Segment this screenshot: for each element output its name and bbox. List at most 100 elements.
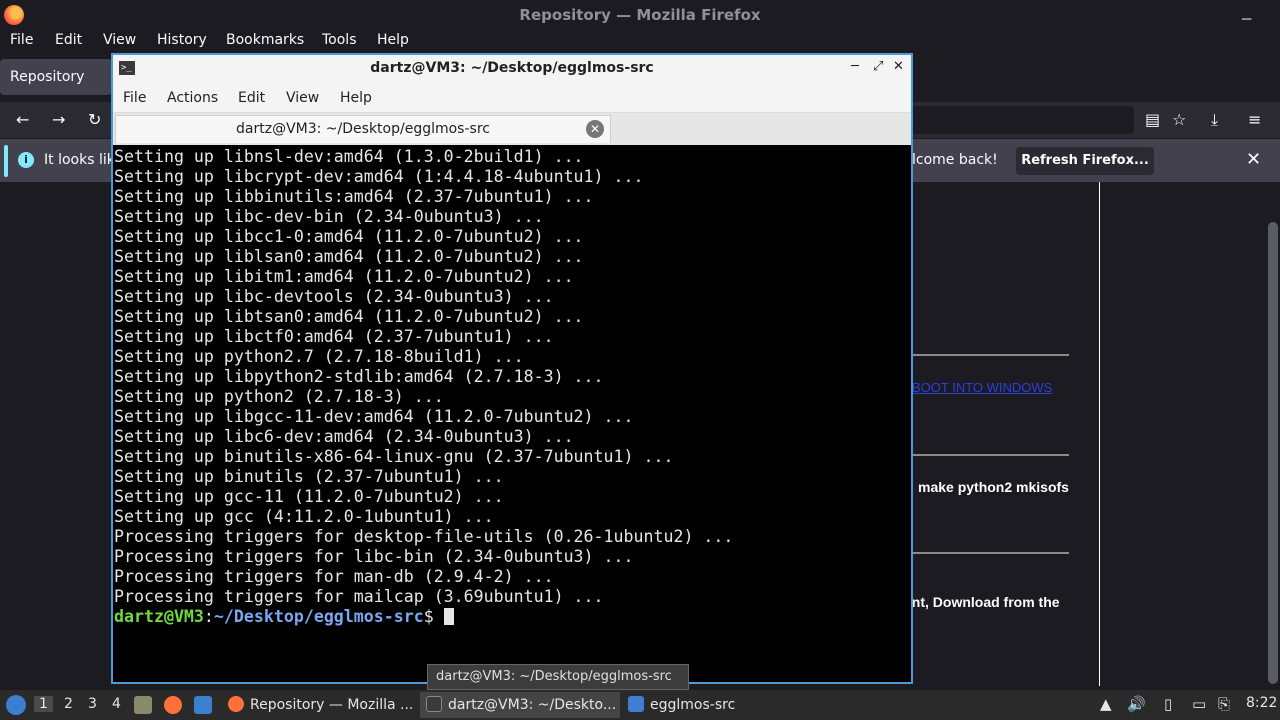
taskbar-tooltip: dartz@VM3: ~/Desktop/egglmos-src [427,664,689,690]
page-scrollbar[interactable] [1268,222,1278,684]
menu-file[interactable]: File [10,32,33,48]
close-tab-icon[interactable]: ✕ [586,120,604,138]
output-line: Setting up libc-dev-bin (2.34-0ubuntu3) … [114,207,544,226]
term-menu-edit[interactable]: Edit [238,90,265,106]
output-line: Setting up libitm1:amd64 (11.2.0-7ubuntu… [114,267,574,286]
output-line: Setting up gcc (4:11.2.0-1ubuntu1) ... [114,507,494,526]
output-line: Setting up libc6-dev:amd64 (2.34-0ubuntu… [114,427,574,446]
file-manager-launcher-icon[interactable] [134,696,152,714]
output-line: Setting up libctf0:amd64 (2.37-7ubuntu1)… [114,327,554,346]
terminal-tab-label: dartz@VM3: ~/Desktop/egglmos-src [236,121,490,137]
workspace-4[interactable]: 4 [112,696,121,712]
prompt-path: ~/Desktop/egglmos-src [213,607,424,626]
output-line: Setting up libpython2-stdlib:amd64 (2.7.… [114,367,604,386]
output-line: Setting up binutils-x86-64-linux-gnu (2.… [114,447,674,466]
menu-bookmarks[interactable]: Bookmarks [226,32,304,48]
task-folder[interactable]: egglmos-src [622,692,752,718]
output-line: Processing triggers for man-db (2.9.4-2)… [114,567,554,586]
task-firefox[interactable]: Repository — Mozilla ... [222,692,418,718]
close-icon[interactable]: ✕ [893,59,904,74]
terminal-output[interactable]: Setting up libnsl-dev:amd64 (1.3.0-2buil… [113,145,911,682]
forward-icon[interactable]: → [52,110,65,129]
workspace-3[interactable]: 3 [88,696,97,712]
close-icon[interactable]: ✕ [1246,149,1261,170]
output-line: Processing triggers for desktop-file-uti… [114,527,734,546]
prompt-user: dartz@VM3 [114,607,204,626]
menu-history[interactable]: History [157,32,207,48]
terminal-menubar: File Actions Edit View Help [113,83,911,113]
firefox-icon [228,696,244,712]
volume-icon[interactable]: 🔊 [1127,695,1146,713]
divider [912,454,1069,456]
refresh-firefox-button[interactable]: Refresh Firefox... [1016,147,1154,175]
url-bar[interactable] [912,106,1134,134]
output-lines: Setting up libnsl-dev:amd64 (1.3.0-2buil… [114,147,911,607]
output-line: Setting up libtsan0:amd64 (11.2.0-7ubunt… [114,307,584,326]
text-cursor [443,608,454,625]
output-line: Setting up libcc1-0:amd64 (11.2.0-7ubunt… [114,227,584,246]
menu-edit[interactable]: Edit [55,32,82,48]
clipboard-icon[interactable]: ▯ [1164,695,1172,713]
reload-icon[interactable]: ↻ [88,110,101,129]
task-folder-label: egglmos-src [650,697,736,713]
start-menu-icon[interactable] [6,695,26,715]
firefox-titlebar: Repository — Mozilla Firefox ▁ [0,0,1280,30]
notice-message-start: It looks lik [44,152,115,168]
display-icon[interactable]: ▭ [1192,695,1206,713]
workspace-1[interactable]: 1 [34,696,53,712]
notice-message-end: lcome back! [912,152,998,168]
minimize-icon[interactable]: ▁ [1242,6,1251,20]
task-terminal-label: dartz@VM3: ~/Deskto... [448,697,617,713]
notice-accent [4,145,8,177]
boot-into-windows-link[interactable]: BOOT INTO WINDOWS [912,380,1052,395]
bookmark-star-icon[interactable]: ☆ [1172,110,1186,129]
back-icon[interactable]: ← [16,110,29,129]
page-text-download: ent, Download from the [904,594,1060,610]
terminal-tabbar: dartz@VM3: ~/Desktop/egglmos-src ✕ [113,113,911,145]
output-line: Setting up gcc-11 (11.2.0-7ubuntu2) ... [114,487,504,506]
network-icon[interactable]: ⎘ [1218,695,1230,713]
menu-view[interactable]: View [103,32,136,48]
folder-icon [628,696,644,712]
prompt-line[interactable]: dartz@VM3:~/Desktop/egglmos-src$ [114,607,911,627]
term-menu-actions[interactable]: Actions [167,90,218,106]
desktop-launcher-icon[interactable] [194,696,212,714]
downloads-icon[interactable]: ⤓ [1211,110,1218,130]
tab-repository[interactable]: Repository [0,59,112,95]
output-line: Setting up libcrypt-dev:amd64 (1:4.4.18-… [114,167,644,186]
firefox-menubar: File Edit View History Bookmarks Tools H… [0,30,1280,52]
hamburger-menu-icon[interactable]: ≡ [1248,110,1261,129]
firefox-launcher-icon[interactable] [164,696,182,714]
menu-tools[interactable]: Tools [322,32,357,48]
tray-arrow-icon[interactable]: ▲ [1100,695,1112,713]
divider [912,552,1069,554]
reader-view-icon[interactable]: ▤ [1145,110,1160,129]
prompt-symbol: $ [423,607,444,626]
workspace-2[interactable]: 2 [64,696,73,712]
taskbar: 1 2 3 4 Repository — Mozilla ... dartz@V… [0,690,1280,720]
output-line: Setting up libnsl-dev:amd64 (1.3.0-2buil… [114,147,584,166]
term-menu-help[interactable]: Help [340,90,372,106]
task-firefox-label: Repository — Mozilla ... [250,697,414,713]
term-menu-view[interactable]: View [286,90,319,106]
maximize-icon[interactable]: ⤢ [873,59,883,74]
clock[interactable]: 8:22 [1246,695,1277,711]
output-line: Processing triggers for libc-bin (2.34-0… [114,547,634,566]
term-menu-file[interactable]: File [123,90,146,106]
terminal-tab[interactable]: dartz@VM3: ~/Desktop/egglmos-src ✕ [115,115,611,143]
page-visible-area: BOOT INTO WINDOWS make python2 mkisofs e… [904,182,1100,686]
task-terminal[interactable]: dartz@VM3: ~/Deskto... [420,692,620,718]
output-line: Setting up python2 (2.7.18-3) ... [114,387,444,406]
divider [912,354,1069,356]
output-line: Setting up liblsan0:amd64 (11.2.0-7ubunt… [114,247,584,266]
terminal-titlebar: >_ dartz@VM3: ~/Desktop/egglmos-src ─ ⤢ … [113,55,911,83]
menu-help[interactable]: Help [377,32,409,48]
tab-label: Repository [10,69,85,85]
output-line: Setting up python2.7 (2.7.18-8build1) ..… [114,347,524,366]
output-line: Setting up libbinutils:amd64 (2.37-7ubun… [114,187,594,206]
output-line: Setting up libgcc-11-dev:amd64 (11.2.0-7… [114,407,634,426]
terminal-title: dartz@VM3: ~/Desktop/egglmos-src [370,60,654,76]
window-title: Repository — Mozilla Firefox [519,6,761,24]
output-line: Setting up libc-devtools (2.34-0ubuntu3)… [114,287,554,306]
minimize-icon[interactable]: ─ [851,59,859,74]
